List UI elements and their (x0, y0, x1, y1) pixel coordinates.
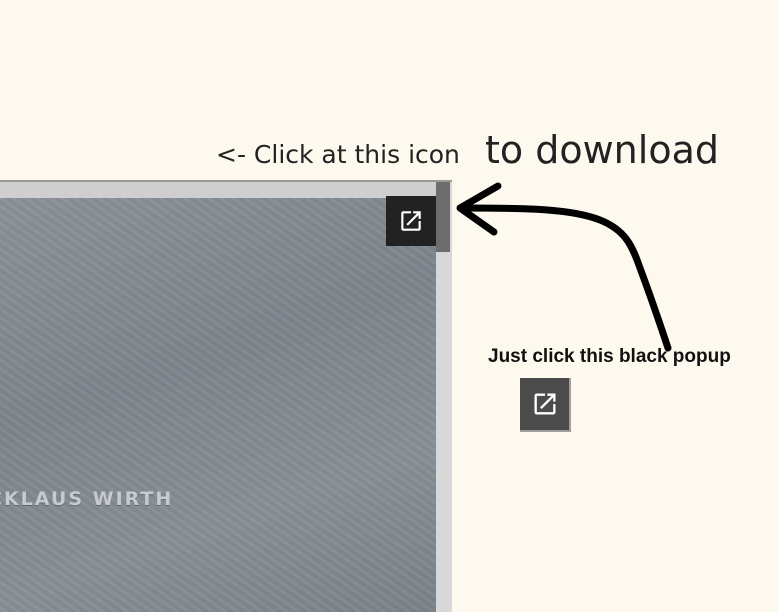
document-viewer: CKLAUS WIRTH (0, 180, 452, 612)
popout-button[interactable] (386, 196, 436, 246)
annotation-instruction: Just click this black popup (488, 346, 731, 367)
book-cover-image (0, 198, 436, 612)
annotation-hint-suffix: to download (485, 128, 719, 172)
scrollbar-thumb[interactable] (436, 182, 450, 252)
cover-author-text: CKLAUS WIRTH (0, 488, 174, 510)
open-in-new-icon (401, 211, 421, 231)
open-in-new-icon (534, 393, 555, 415)
popout-button-example (520, 378, 571, 432)
annotation-hint-prefix: <- Click at this icon (216, 140, 460, 169)
